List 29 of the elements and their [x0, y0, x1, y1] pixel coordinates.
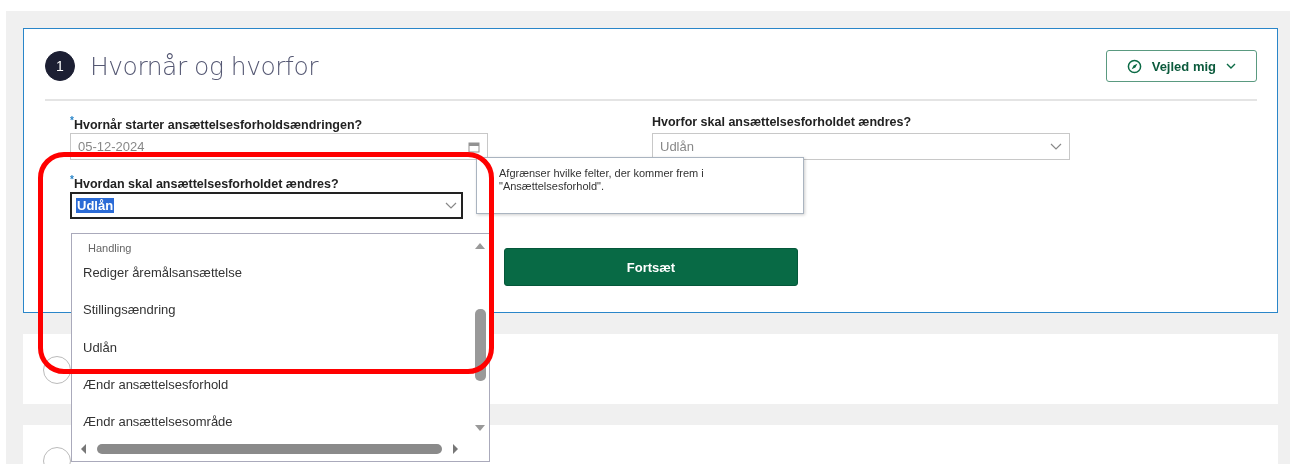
compass-icon	[1126, 58, 1142, 74]
chevron-down-icon	[445, 201, 457, 210]
group-heading: Handling	[88, 242, 132, 256]
dropdown-option[interactable]: Stillingsændring	[83, 299, 176, 322]
scroll-up-arrow-icon[interactable]	[474, 242, 486, 250]
required-mark: *	[70, 115, 74, 126]
field-label: Hvornår starter ansættelsesforholdsændringen?	[73, 118, 363, 133]
chevron-down-icon	[1050, 142, 1062, 151]
step-number: 1	[45, 51, 75, 81]
chevron-down-icon	[1226, 62, 1236, 70]
vertical-scrollbar[interactable]	[473, 242, 487, 432]
tooltip-text: Afgrænser hvilke felter, der kommer frem i "Ansættelsesforhold".	[499, 167, 704, 192]
dropdown-option[interactable]: Ændr ansættelsesområde	[83, 411, 233, 434]
horizontal-scrollbar[interactable]	[80, 442, 459, 456]
required-mark: *	[70, 174, 74, 185]
section-title: Hvornår og hvorfor	[90, 51, 320, 81]
dropdown-option[interactable]: Rediger åremålsansættelse	[83, 262, 242, 284]
scroll-right-arrow-icon[interactable]	[452, 443, 459, 455]
calendar-icon	[468, 140, 480, 153]
dropdown-option[interactable]: Udlån	[83, 336, 117, 359]
date-field[interactable]: 05-12-2024	[70, 133, 488, 160]
scroll-down-arrow-icon[interactable]	[474, 424, 486, 432]
dropdown-option[interactable]: Ændr ansættelsesforhold	[83, 373, 229, 396]
guide-button[interactable]: Vejled mig	[1105, 50, 1257, 82]
field-label: Hvordan skal ansættelsesforholdet ændres?	[73, 177, 339, 192]
field-label: Hvorfor skal ansættelsesforholdet ændres?	[652, 115, 912, 129]
continue-button[interactable]: Fortsæt	[504, 248, 798, 286]
select-field[interactable]: Udlån	[70, 192, 463, 219]
scroll-left-arrow-icon[interactable]	[80, 443, 87, 455]
